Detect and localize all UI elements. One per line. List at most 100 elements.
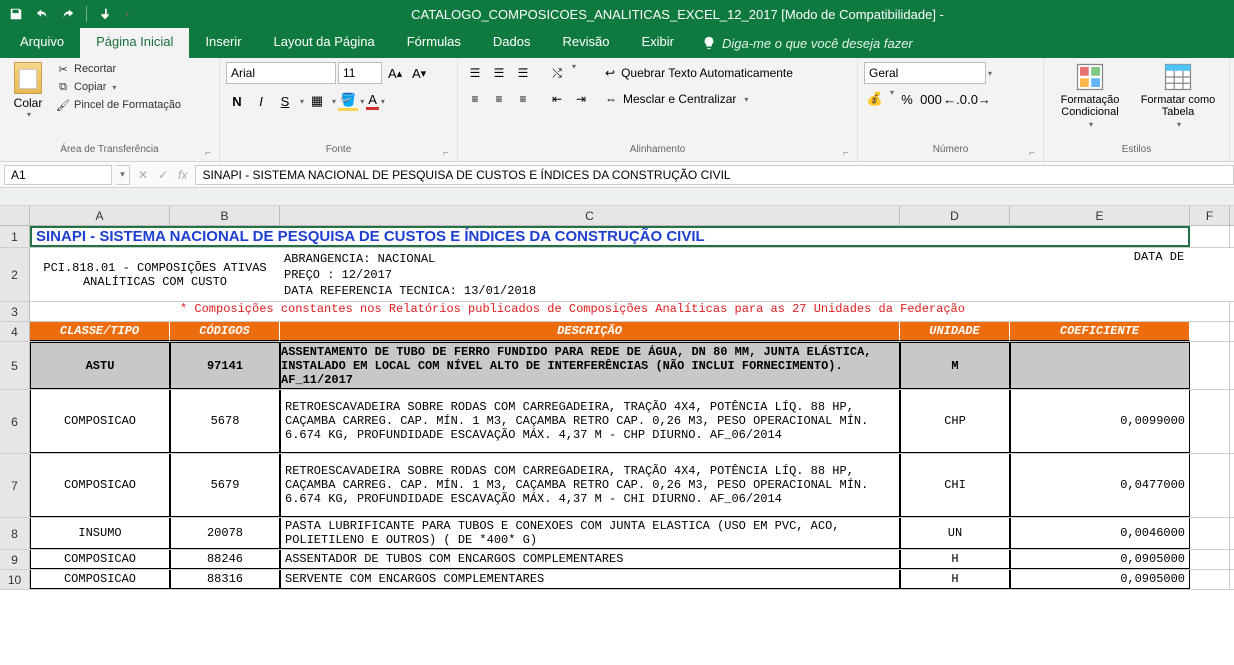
row-header-7[interactable]: 7 [0, 454, 30, 517]
font-size-combo[interactable] [338, 62, 382, 84]
borders-button[interactable]: ▦ [306, 90, 328, 112]
align-right-icon[interactable]: ≡ [512, 88, 534, 110]
tab-pagina-inicial[interactable]: Página Inicial [80, 28, 189, 58]
meta-right-cell[interactable]: ABRANGENCIA: NACIONAL PREÇO : 12/2017 DA… [280, 248, 1084, 301]
row-header-8[interactable]: 8 [0, 518, 30, 549]
col-B[interactable]: B [170, 206, 280, 225]
save-icon[interactable] [8, 6, 24, 22]
r6-unid[interactable]: CHP [900, 390, 1010, 453]
row-header-10[interactable]: 10 [0, 570, 30, 589]
percent-format-icon[interactable]: % [896, 88, 918, 110]
wrap-text-button[interactable]: ↩ Quebrar Texto Automaticamente [598, 62, 800, 84]
fill-color-button[interactable]: 🪣▾ [338, 92, 364, 111]
align-bottom-icon[interactable]: ☰ [512, 62, 534, 84]
name-box-dropdown-icon[interactable]: ▾ [116, 165, 130, 185]
r10-codigo[interactable]: 88316 [170, 570, 280, 589]
font-color-button[interactable]: A▾ [366, 92, 385, 110]
increase-font-icon[interactable]: A▴ [384, 62, 406, 84]
r8-desc[interactable]: PASTA LUBRIFICANTE PARA TUBOS E CONEXOES… [280, 518, 900, 549]
format-as-table-button[interactable]: Formatar como Tabela▾ [1138, 62, 1218, 129]
row-header-1[interactable]: 1 [0, 226, 30, 247]
header-coeficiente[interactable]: COEFICIENTE [1010, 322, 1190, 341]
r9-unid[interactable]: H [900, 550, 1010, 569]
r8-classe[interactable]: INSUMO [30, 518, 170, 549]
name-box[interactable] [4, 165, 112, 185]
meta-date-cell[interactable]: DATA DE [1084, 248, 1234, 301]
formula-input[interactable] [195, 165, 1234, 185]
underline-button[interactable]: S [274, 90, 296, 112]
header-unidade[interactable]: UNIDADE [900, 322, 1010, 341]
bold-button[interactable]: N [226, 90, 248, 112]
r9-codigo[interactable]: 88246 [170, 550, 280, 569]
tell-me-search[interactable]: Diga-me o que você deseja fazer [690, 28, 913, 58]
r8-codigo[interactable]: 20078 [170, 518, 280, 549]
note-cell[interactable]: * Composições constantes nos Relatórios … [30, 302, 1190, 321]
clipboard-launcher-icon[interactable]: ⌐ [205, 148, 217, 160]
r6-desc[interactable]: RETROESCAVADEIRA SOBRE RODAS COM CARREGA… [280, 390, 900, 453]
col-C[interactable]: C [280, 206, 900, 225]
col-D[interactable]: D [900, 206, 1010, 225]
r10-coef[interactable]: 0,0905000 [1010, 570, 1190, 589]
merge-center-button[interactable]: ⇔ Mesclar e Centralizar▾ [598, 88, 800, 110]
header-codigos[interactable]: CÓDIGOS [170, 322, 280, 341]
cancel-formula-icon[interactable]: ✕ [138, 168, 148, 182]
orientation-icon[interactable]: ⤭ [546, 62, 568, 84]
copy-button[interactable]: ⧉ Copiar▾ [56, 80, 181, 94]
tab-formulas[interactable]: Fórmulas [391, 28, 477, 58]
r9-classe[interactable]: COMPOSICAO [30, 550, 170, 569]
r7-codigo[interactable]: 5679 [170, 454, 280, 517]
tab-dados[interactable]: Dados [477, 28, 547, 58]
increase-indent-icon[interactable]: ⇥ [570, 88, 592, 110]
cut-button[interactable]: ✂ Recortar [56, 62, 181, 76]
align-center-icon[interactable]: ≡ [488, 88, 510, 110]
r9-desc[interactable]: ASSENTADOR DE TUBOS COM ENCARGOS COMPLEM… [280, 550, 900, 569]
col-A[interactable]: A [30, 206, 170, 225]
conditional-formatting-button[interactable]: Formatação Condicional▾ [1050, 62, 1130, 129]
italic-button[interactable]: I [250, 90, 272, 112]
r6-codigo[interactable]: 5678 [170, 390, 280, 453]
r7-classe[interactable]: COMPOSICAO [30, 454, 170, 517]
fx-icon[interactable]: fx [178, 168, 187, 182]
row-header-5[interactable]: 5 [0, 342, 30, 389]
tab-inserir[interactable]: Inserir [189, 28, 257, 58]
align-left-icon[interactable]: ≡ [464, 88, 486, 110]
decrease-decimal-icon[interactable]: .0→ [968, 88, 990, 110]
touch-mode-icon[interactable] [97, 6, 113, 22]
col-F[interactable]: F [1190, 206, 1230, 225]
r5-coef[interactable] [1010, 342, 1190, 389]
r5-unid[interactable]: M [900, 342, 1010, 389]
r10-classe[interactable]: COMPOSICAO [30, 570, 170, 589]
r9-coef[interactable]: 0,0905000 [1010, 550, 1190, 569]
tab-layout[interactable]: Layout da Página [258, 28, 391, 58]
align-top-icon[interactable]: ☰ [464, 62, 486, 84]
header-classe[interactable]: CLASSE/TIPO [30, 322, 170, 341]
tab-exibir[interactable]: Exibir [625, 28, 690, 58]
decrease-font-icon[interactable]: A▾ [408, 62, 430, 84]
format-painter-button[interactable]: 🖌 Pincel de Formatação [56, 98, 181, 112]
decrease-indent-icon[interactable]: ⇤ [546, 88, 568, 110]
increase-decimal-icon[interactable]: ←.0 [944, 88, 966, 110]
r10-unid[interactable]: H [900, 570, 1010, 589]
r5-codigo[interactable]: 97141 [170, 342, 280, 389]
row-header-6[interactable]: 6 [0, 390, 30, 453]
r5-desc[interactable]: ASSENTAMENTO DE TUBO DE FERRO FUNDIDO PA… [280, 342, 900, 389]
accept-formula-icon[interactable]: ✓ [158, 168, 168, 182]
r7-unid[interactable]: CHI [900, 454, 1010, 517]
redo-icon[interactable] [60, 6, 76, 22]
col-E[interactable]: E [1010, 206, 1190, 225]
number-format-combo[interactable] [864, 62, 986, 84]
sheet-title-cell[interactable]: SINAPI - SISTEMA NACIONAL DE PESQUISA DE… [30, 226, 1190, 247]
spreadsheet-grid[interactable]: A B C D E F 1 SINAPI - SISTEMA NACIONAL … [0, 206, 1234, 590]
meta-left-cell[interactable]: PCI.818.01 - COMPOSIÇÕES ATIVAS ANALÍTIC… [30, 248, 280, 301]
paste-button[interactable]: Colar ▾ [6, 62, 50, 119]
r7-coef[interactable]: 0,0477000 [1010, 454, 1190, 517]
r8-coef[interactable]: 0,0046000 [1010, 518, 1190, 549]
row-header-2[interactable]: 2 [0, 248, 30, 301]
tab-arquivo[interactable]: Arquivo [4, 28, 80, 58]
header-descricao[interactable]: DESCRIÇÃO [280, 322, 900, 341]
undo-icon[interactable] [34, 6, 50, 22]
alignment-launcher-icon[interactable]: ⌐ [843, 148, 855, 160]
r7-desc[interactable]: RETROESCAVADEIRA SOBRE RODAS COM CARREGA… [280, 454, 900, 517]
font-name-combo[interactable] [226, 62, 336, 84]
r6-classe[interactable]: COMPOSICAO [30, 390, 170, 453]
